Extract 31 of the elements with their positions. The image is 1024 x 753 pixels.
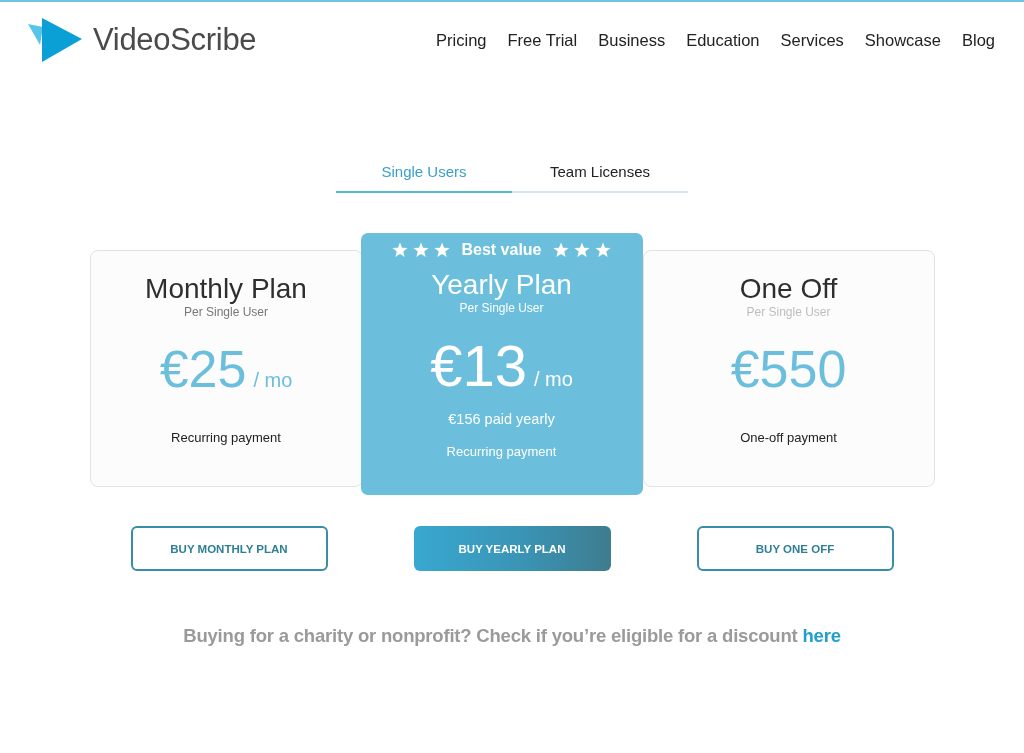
- plan-title: One Off: [739, 273, 838, 305]
- buy-button[interactable]: BUY ONE OFF: [696, 526, 894, 571]
- plan-subtitle: Per Single User: [459, 301, 544, 315]
- buy-button[interactable]: BUY MONTHLY PLAN: [130, 526, 328, 571]
- nav-link[interactable]: Education: [686, 30, 760, 50]
- plan-note: €156 paid yearly: [448, 410, 555, 428]
- payment-type: Recurring payment: [446, 444, 557, 460]
- discount-notice: Buying for a charity or nonprofit? Check if you’re eligible for a discount here: [183, 625, 841, 647]
- plan-price: €25: [159, 341, 247, 397]
- payment-type: Recurring payment: [171, 430, 281, 446]
- nav-link[interactable]: Blog: [961, 30, 995, 50]
- plan-title: Yearly Plan: [431, 269, 572, 301]
- plan-price: €13: [430, 336, 527, 396]
- stars-icon: [392, 242, 451, 258]
- nav-link[interactable]: Showcase: [864, 30, 941, 50]
- plan-subtitle: Per Single User: [183, 305, 268, 319]
- price-period: / mo: [533, 368, 573, 391]
- plan-price: €550: [730, 341, 847, 397]
- logo-text: VideoScribe: [93, 22, 257, 58]
- price-period: / mo: [253, 369, 293, 392]
- payment-type: One-off payment: [740, 430, 837, 446]
- stars-icon: [552, 242, 611, 258]
- nav-link[interactable]: Services: [780, 30, 844, 50]
- plan-title: Monthly Plan: [145, 273, 307, 305]
- nav-link[interactable]: Pricing: [436, 30, 487, 50]
- nav-link[interactable]: Free Trial: [507, 30, 578, 50]
- plan-subtitle: Per Single User: [746, 305, 831, 319]
- nav-link[interactable]: Business: [598, 30, 666, 50]
- tab[interactable]: Team Licenses: [512, 154, 688, 193]
- triangle-logo-icon: [28, 18, 82, 62]
- badge-label: Best value: [461, 241, 542, 259]
